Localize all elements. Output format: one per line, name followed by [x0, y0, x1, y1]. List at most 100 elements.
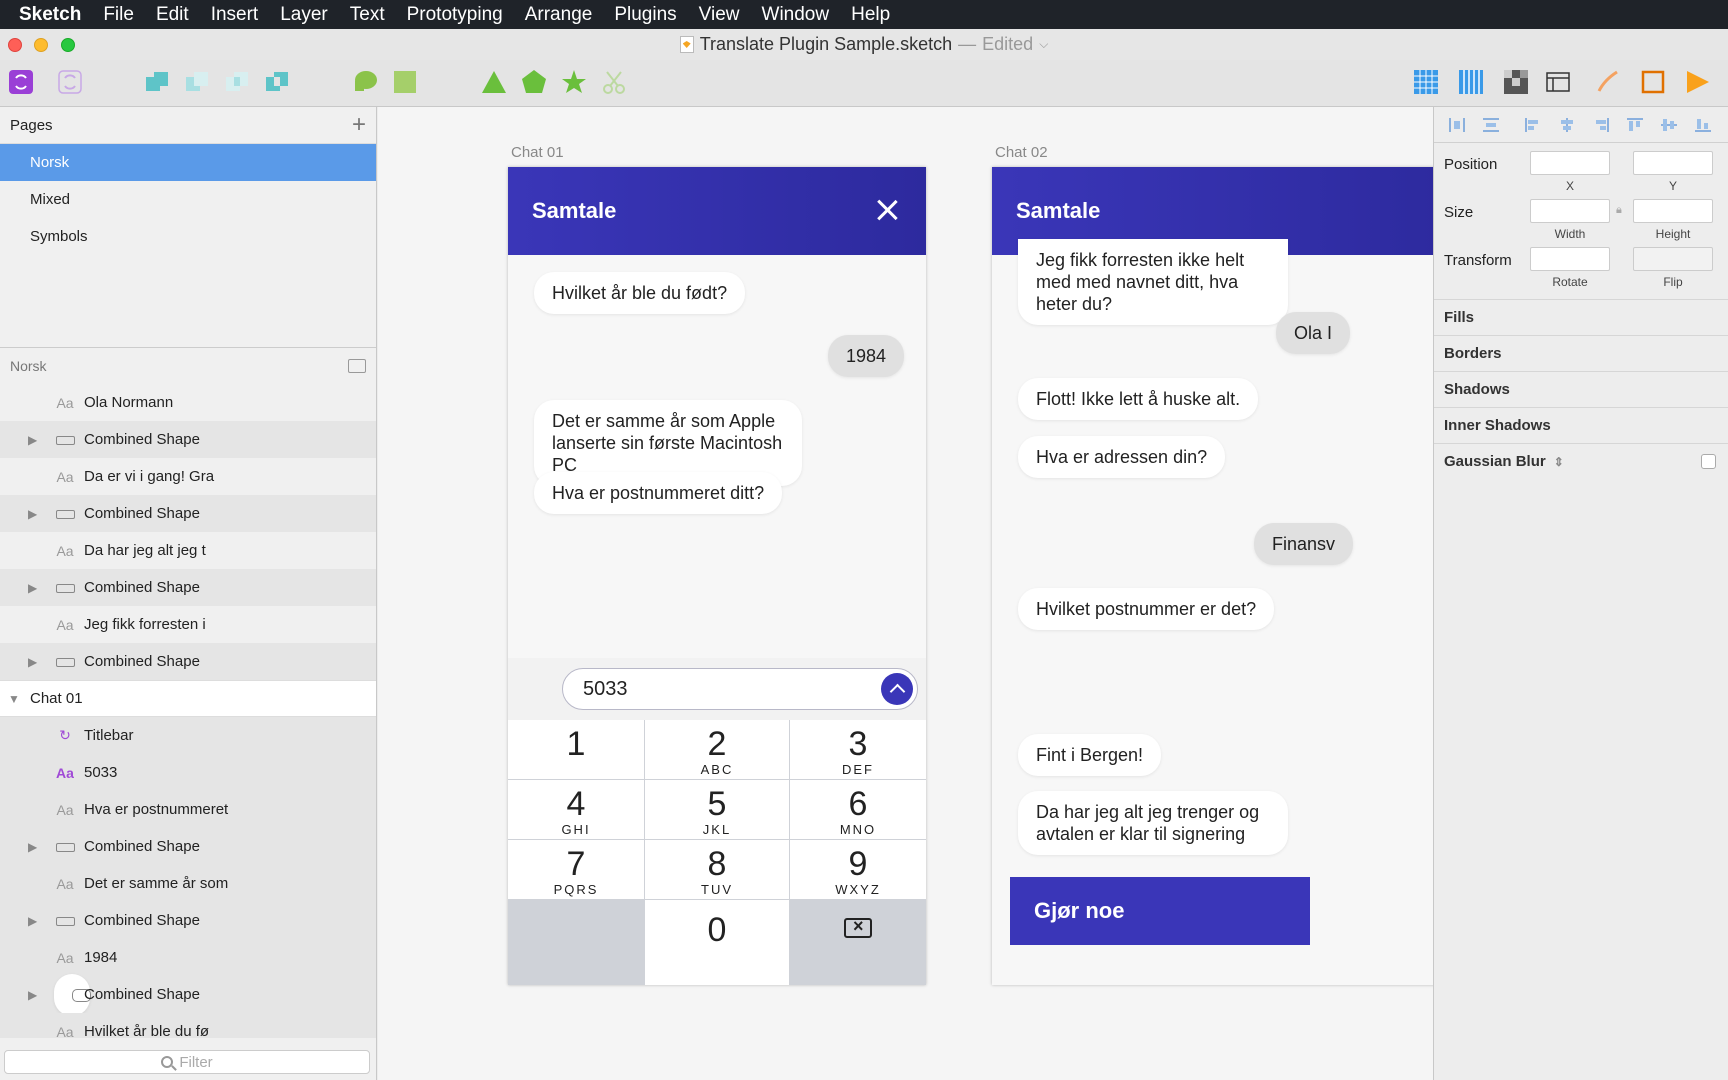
page-item-norsk[interactable]: Norsk — [0, 144, 376, 181]
view-icon[interactable] — [1545, 69, 1571, 95]
page-item-mixed[interactable]: Mixed — [0, 181, 376, 218]
add-page-icon[interactable]: + — [352, 113, 366, 137]
menu-app-sketch[interactable]: Sketch — [8, 4, 92, 26]
send-button[interactable] — [881, 673, 913, 705]
close-icon[interactable] — [876, 199, 898, 221]
symbol-create-icon[interactable] — [8, 69, 34, 95]
menu-window[interactable]: Window — [751, 4, 841, 26]
close-window-button[interactable] — [8, 38, 22, 52]
pentagon-icon[interactable] — [521, 69, 547, 95]
disclosure-triangle-icon[interactable]: ▶ — [28, 655, 37, 669]
layer-filter-input[interactable]: Filter — [4, 1050, 370, 1074]
layer-row[interactable]: ▶ Combined Shape — [0, 569, 376, 606]
symbol-detach-icon[interactable] — [57, 69, 83, 95]
key-0[interactable]: 0 — [645, 900, 789, 985]
layer-row[interactable]: ▶ Combined Shape — [0, 495, 376, 532]
layer-row[interactable]: Aa 5033 — [0, 754, 376, 791]
grid-icon[interactable] — [1413, 69, 1439, 95]
menu-plugins[interactable]: Plugins — [603, 4, 687, 26]
gaussian-blur-section[interactable]: Gaussian Blur ⇕ — [1434, 443, 1728, 479]
menu-edit[interactable]: Edit — [145, 4, 200, 26]
postcode-input[interactable]: 5033 — [562, 668, 918, 710]
layer-row[interactable]: ▶ Combined Shape — [0, 421, 376, 458]
width-input[interactable] — [1530, 199, 1610, 223]
subtract-icon[interactable] — [184, 69, 210, 95]
layer-row[interactable]: Aa Jeg fikk forresten i — [0, 606, 376, 643]
key-delete[interactable] — [790, 900, 926, 985]
layer-row[interactable]: Aa Ola Normann — [0, 384, 376, 421]
layer-row[interactable]: Aa Hva er postnummeret — [0, 791, 376, 828]
rotate-input[interactable] — [1530, 247, 1610, 271]
menu-arrange[interactable]: Arrange — [514, 4, 604, 26]
gaussian-blur-checkbox[interactable] — [1701, 454, 1716, 469]
layer-row[interactable]: ▶ Combined Shape — [0, 973, 376, 1016]
height-input[interactable] — [1633, 199, 1713, 223]
triangle-icon[interactable] — [481, 69, 507, 95]
x-input[interactable] — [1530, 151, 1610, 175]
disclosure-triangle-open-icon[interactable]: ▼ — [8, 692, 20, 706]
key-3[interactable]: 3 DEF — [790, 720, 926, 779]
layer-row[interactable]: Aa 1984 — [0, 939, 376, 976]
disclosure-triangle-icon[interactable]: ▶ — [28, 507, 37, 521]
align-right-icon[interactable] — [1592, 117, 1610, 133]
menu-file[interactable]: File — [92, 4, 145, 26]
distribute-horizontal-icon[interactable] — [1448, 117, 1466, 133]
align-middle-icon[interactable] — [1660, 117, 1678, 133]
borders-section[interactable]: Borders — [1434, 335, 1728, 371]
inner-shadows-section[interactable]: Inner Shadows — [1434, 407, 1728, 443]
disclosure-triangle-icon[interactable]: ▶ — [28, 988, 37, 1002]
layer-row[interactable]: ▶ Combined Shape — [0, 902, 376, 939]
shadows-section[interactable]: Shadows — [1434, 371, 1728, 407]
menu-layer[interactable]: Layer — [269, 4, 339, 26]
fills-section[interactable]: Fills — [1434, 299, 1728, 335]
artboard-chat-02[interactable]: Samtale Jeg fikk forresten ikke helt med… — [992, 167, 1433, 985]
star-icon[interactable] — [561, 69, 587, 95]
layer-row[interactable]: ↻ Titlebar — [0, 717, 376, 754]
menu-help[interactable]: Help — [840, 4, 901, 26]
key-5[interactable]: 5 JKL — [645, 780, 789, 839]
align-center-icon[interactable] — [1558, 117, 1576, 133]
layer-row[interactable]: Aa Det er samme år som — [0, 865, 376, 902]
key-1[interactable]: 1 — [508, 720, 644, 779]
disclosure-triangle-icon[interactable]: ▶ — [28, 914, 37, 928]
artboard-label-chat-01[interactable]: Chat 01 — [511, 144, 564, 161]
distribute-vertical-icon[interactable] — [1482, 117, 1500, 133]
stepper-icon[interactable]: ⇕ — [1554, 455, 1564, 469]
mask-icon[interactable] — [352, 69, 378, 95]
menu-prototyping[interactable]: Prototyping — [396, 4, 514, 26]
flip-buttons[interactable] — [1633, 247, 1713, 271]
artboard-label-chat-02[interactable]: Chat 02 — [995, 144, 1048, 161]
layout-icon[interactable] — [1458, 69, 1484, 95]
chevron-down-icon[interactable]: ⌵ — [1039, 37, 1048, 52]
scissors-icon[interactable] — [601, 69, 627, 95]
artboard-icon[interactable] — [1640, 69, 1666, 95]
difference-icon[interactable] — [264, 69, 290, 95]
key-9[interactable]: 9 WXYZ — [790, 840, 926, 899]
menu-view[interactable]: View — [688, 4, 751, 26]
zoom-window-button[interactable] — [61, 38, 75, 52]
disclosure-triangle-icon[interactable]: ▶ — [28, 840, 37, 854]
document-status[interactable]: Edited — [982, 34, 1033, 55]
edit-icon[interactable] — [1595, 69, 1621, 95]
key-2[interactable]: 2 ABC — [645, 720, 789, 779]
pixel-icon[interactable] — [1503, 69, 1529, 95]
layer-group-chat-01[interactable]: ▼ Chat 01 — [0, 680, 376, 717]
align-left-icon[interactable] — [1524, 117, 1542, 133]
key-4[interactable]: 4 GHI — [508, 780, 644, 839]
collapse-layers-icon[interactable] — [348, 359, 366, 373]
scale-icon[interactable] — [392, 69, 418, 95]
lock-icon[interactable]: 🔒︎ — [1616, 204, 1622, 217]
key-7[interactable]: 7 PQRS — [508, 840, 644, 899]
page-item-symbols[interactable]: Symbols — [0, 218, 376, 255]
primary-action-button[interactable]: Gjør noe — [1010, 877, 1310, 945]
artboard-chat-01[interactable]: Samtale Hvilket år ble du født? 1984 Det… — [508, 167, 926, 985]
layer-row[interactable]: Aa Hvilket år ble du fø — [0, 1013, 376, 1038]
y-input[interactable] — [1633, 151, 1713, 175]
menu-text[interactable]: Text — [339, 4, 396, 26]
key-6[interactable]: 6 MNO — [790, 780, 926, 839]
preview-icon[interactable] — [1685, 69, 1711, 95]
layer-row[interactable]: Aa Da er vi i gang! Gra — [0, 458, 376, 495]
union-icon[interactable] — [144, 69, 170, 95]
disclosure-triangle-icon[interactable]: ▶ — [28, 581, 37, 595]
align-bottom-icon[interactable] — [1694, 117, 1712, 133]
